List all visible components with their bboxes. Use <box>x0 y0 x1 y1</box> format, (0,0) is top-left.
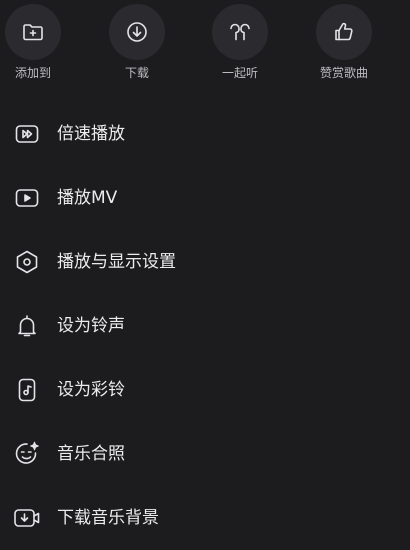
thumbs-up-icon <box>332 20 356 44</box>
menu-item-set-ringtone[interactable]: 设为铃声 <box>0 294 410 358</box>
add-to-circle[interactable] <box>5 4 61 60</box>
menu-item-label: 音乐合照 <box>57 444 125 464</box>
earbuds-icon <box>227 20 253 44</box>
hexagon-settings-icon <box>13 248 41 276</box>
menu-item-play-mv[interactable]: 播放MV <box>0 166 410 230</box>
add-to-label: 添加到 <box>14 66 51 80</box>
tip-song-label: 赞赏歌曲 <box>319 66 368 80</box>
menu-item-label: 下载音乐背景 <box>57 508 159 528</box>
download-button[interactable]: 下载 <box>109 4 165 80</box>
folder-add-icon <box>21 20 45 44</box>
bell-icon <box>13 312 41 340</box>
speed-play-icon <box>13 120 41 148</box>
top-action-bar: 添加到 下载 一起听 赞赏歌曲 <box>0 0 410 96</box>
menu-item-display-settings[interactable]: 播放与显示设置 <box>0 230 410 294</box>
action-menu: 倍速播放 播放MV 播放与显示设置 设为铃声 设为彩铃 音乐合照 下载音乐背景 <box>0 102 410 550</box>
menu-item-download-music-background[interactable]: 下载音乐背景 <box>0 486 410 550</box>
add-to-button[interactable]: 添加到 <box>5 4 61 80</box>
download-video-icon <box>13 504 41 532</box>
listen-together-label: 一起听 <box>221 66 258 80</box>
menu-item-music-photo[interactable]: 音乐合照 <box>0 422 410 486</box>
tip-song-circle[interactable] <box>316 4 372 60</box>
listen-together-circle[interactable] <box>212 4 268 60</box>
download-label: 下载 <box>124 66 149 80</box>
download-circle[interactable] <box>109 4 165 60</box>
menu-item-label: 设为铃声 <box>57 316 125 336</box>
menu-item-set-ringback-tone[interactable]: 设为彩铃 <box>0 358 410 422</box>
menu-item-playback-speed[interactable]: 倍速播放 <box>0 102 410 166</box>
video-play-icon <box>13 184 41 212</box>
listen-together-button[interactable]: 一起听 <box>212 4 268 80</box>
tip-song-button[interactable]: 赞赏歌曲 <box>316 4 372 80</box>
menu-item-label: 播放与显示设置 <box>57 252 176 272</box>
download-icon <box>125 20 149 44</box>
smiley-sparkle-icon <box>13 440 41 468</box>
menu-item-label: 倍速播放 <box>57 124 125 144</box>
menu-item-label: 播放MV <box>57 188 118 208</box>
music-phone-icon <box>13 376 41 404</box>
menu-item-label: 设为彩铃 <box>57 380 125 400</box>
